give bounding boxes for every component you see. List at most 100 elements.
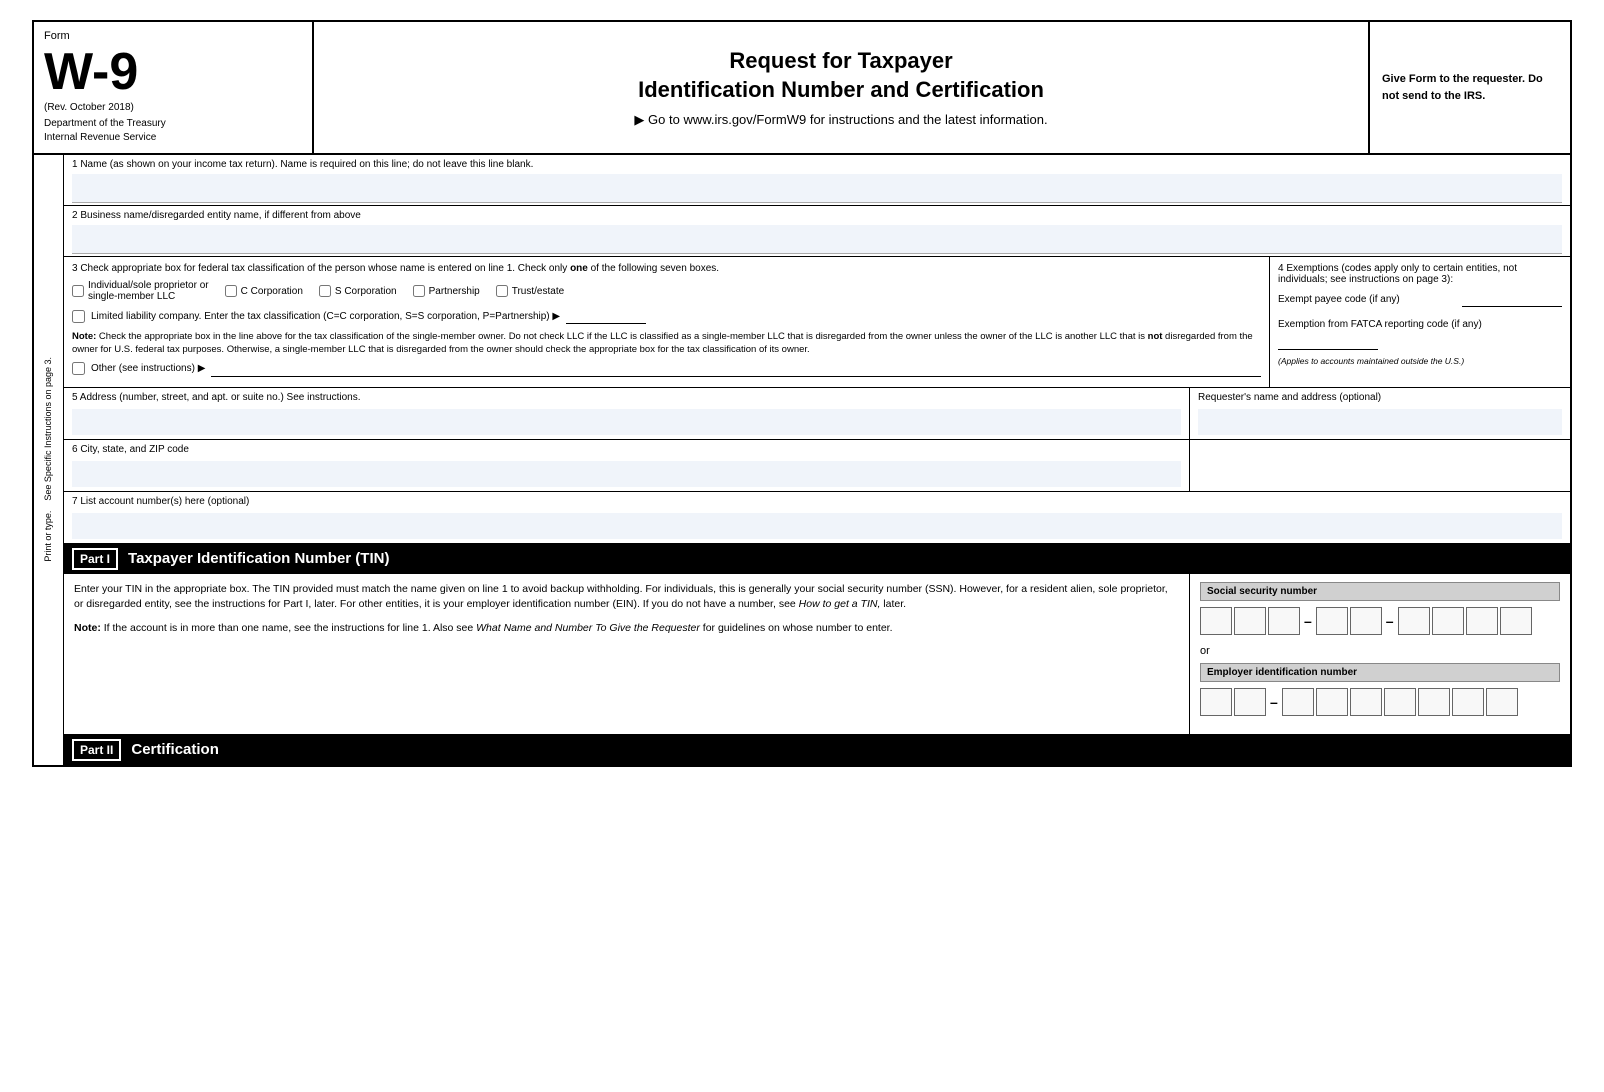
cb-trust-input[interactable] (496, 285, 508, 297)
fatca-section: Exemption from FATCA reporting code (if … (1278, 319, 1562, 350)
fatca-input[interactable] (1278, 334, 1378, 350)
ein-group2 (1282, 688, 1518, 716)
form-label: Form (44, 30, 302, 42)
exemptions-title: 4 Exemptions (codes apply only to certai… (1278, 263, 1562, 285)
ein-box-2[interactable] (1234, 688, 1266, 716)
requester-input[interactable] (1198, 409, 1562, 435)
cb-c-corp-label: C Corporation (241, 286, 303, 297)
ssn-box-4[interactable] (1316, 607, 1348, 635)
llc-label: Limited liability company. Enter the tax… (91, 311, 560, 322)
cb-trust-label: Trust/estate (512, 286, 564, 297)
line6-label: 6 City, state, and ZIP code (72, 444, 1181, 455)
part1-tin-section: Social security number – (1190, 574, 1570, 734)
header-right: Give Form to the requester. Do not send … (1370, 22, 1570, 153)
cb-individual-input[interactable] (72, 285, 84, 297)
ssn-box-6[interactable] (1398, 607, 1430, 635)
other-row: Other (see instructions) ▶ (72, 361, 1261, 377)
note-text: Note: Check the appropriate box in the l… (72, 330, 1261, 357)
other-input[interactable] (211, 361, 1261, 377)
ein-box-5[interactable] (1350, 688, 1382, 716)
part1-body: Enter your TIN in the appropriate box. T… (64, 574, 1570, 735)
header-left: Form W-9 (Rev. October 2018) Department … (34, 22, 314, 153)
ssn-box-7[interactable] (1432, 607, 1464, 635)
rev-date: (Rev. October 2018) (44, 102, 302, 113)
llc-classification-input[interactable] (566, 308, 646, 324)
ssn-box-3[interactable] (1268, 607, 1300, 635)
ssn-label: Social security number (1200, 582, 1560, 601)
ein-box-1[interactable] (1200, 688, 1232, 716)
field-line5: 5 Address (number, street, and apt. or s… (64, 388, 1190, 439)
requester-address-cont (1190, 440, 1570, 491)
ssn-box-5[interactable] (1350, 607, 1382, 635)
ein-boxes: – (1200, 688, 1560, 716)
ein-box-8[interactable] (1452, 688, 1484, 716)
ein-box-4[interactable] (1316, 688, 1348, 716)
cb-s-corp: S Corporation (319, 285, 397, 297)
cb-s-corp-label: S Corporation (335, 286, 397, 297)
field-line6: 6 City, state, and ZIP code (64, 440, 1190, 491)
row-line7: 7 List account number(s) here (optional) (64, 492, 1570, 544)
line2-input[interactable] (72, 225, 1562, 254)
ein-box-9[interactable] (1486, 688, 1518, 716)
line1-input[interactable] (72, 174, 1562, 203)
exempt-payee-label: Exempt payee code (if any) (1278, 294, 1400, 305)
exemptions-section: 4 Exemptions (codes apply only to certai… (1270, 257, 1570, 387)
exempt-payee-row: Exempt payee code (if any) (1278, 291, 1562, 307)
ssn-box-9[interactable] (1500, 607, 1532, 635)
line7-label: 7 List account number(s) here (optional) (72, 496, 1562, 507)
row3-container: 3 Check appropriate box for federal tax … (64, 257, 1570, 388)
cb-individual-label: Individual/sole proprietor orsingle-memb… (88, 280, 209, 302)
ssn-boxes: – – (1200, 607, 1560, 635)
form-body: Print or type. See Specific Instructions… (34, 155, 1570, 765)
field-line2: 2 Business name/disregarded entity name,… (64, 206, 1570, 256)
ssn-box-1[interactable] (1200, 607, 1232, 635)
cb-trust: Trust/estate (496, 285, 564, 297)
ein-box-6[interactable] (1384, 688, 1416, 716)
other-label: Other (see instructions) ▶ (91, 363, 205, 374)
line6-input[interactable] (72, 461, 1181, 487)
dept-info: Department of the Treasury Internal Reve… (44, 117, 302, 145)
part1-title: Taxpayer Identification Number (TIN) (128, 550, 389, 567)
row3-left: 3 Check appropriate box for federal tax … (64, 257, 1270, 387)
llc-row: Limited liability company. Enter the tax… (72, 308, 1261, 324)
line5-label: 5 Address (number, street, and apt. or s… (72, 392, 1181, 403)
part2-title: Certification (131, 741, 219, 758)
requester-field: Requester's name and address (optional) (1190, 388, 1570, 439)
line3-text: 3 Check appropriate box for federal tax … (72, 263, 719, 274)
main-content: 1 Name (as shown on your income tax retu… (64, 155, 1570, 765)
cb-other-input[interactable] (72, 362, 85, 375)
ssn-group3 (1398, 607, 1532, 635)
cb-llc-input[interactable] (72, 310, 85, 323)
ssn-box-2[interactable] (1234, 607, 1266, 635)
ein-box-3[interactable] (1282, 688, 1314, 716)
cb-partnership-label: Partnership (429, 286, 480, 297)
part1-note: Note: If the account is in more than one… (74, 621, 1179, 637)
exempt-payee-input[interactable] (1462, 291, 1562, 307)
part2-header: Part II Certification (64, 735, 1570, 765)
dept-line2: Internal Revenue Service (44, 132, 156, 143)
cb-partnership-input[interactable] (413, 285, 425, 297)
ein-section: Employer identification number – (1200, 663, 1560, 716)
ssn-section: Social security number – (1200, 582, 1560, 635)
cb-s-corp-input[interactable] (319, 285, 331, 297)
line7-input[interactable] (72, 513, 1562, 539)
part1-description: Enter your TIN in the appropriate box. T… (64, 574, 1190, 734)
part1-badge: Part I (72, 548, 118, 570)
field-line1: 1 Name (as shown on your income tax retu… (64, 155, 1570, 205)
row-line2: 2 Business name/disregarded entity name,… (64, 206, 1570, 257)
w9-title: W-9 (44, 46, 302, 98)
ein-dash: – (1268, 694, 1280, 710)
ssn-box-8[interactable] (1466, 607, 1498, 635)
cb-individual: Individual/sole proprietor orsingle-memb… (72, 280, 209, 302)
form-header: Form W-9 (Rev. October 2018) Department … (34, 22, 1570, 155)
or-text: or (1200, 645, 1560, 657)
row-line6: 6 City, state, and ZIP code (64, 440, 1570, 492)
cb-c-corp-input[interactable] (225, 285, 237, 297)
line3-title: 3 Check appropriate box for federal tax … (72, 263, 1261, 274)
part1-desc-text: Enter your TIN in the appropriate box. T… (74, 582, 1179, 614)
line5-input[interactable] (72, 409, 1181, 435)
ein-box-7[interactable] (1418, 688, 1450, 716)
cb-partnership: Partnership (413, 285, 480, 297)
cb-c-corp: C Corporation (225, 285, 303, 297)
checkboxes-row1: Individual/sole proprietor orsingle-memb… (72, 280, 1261, 302)
